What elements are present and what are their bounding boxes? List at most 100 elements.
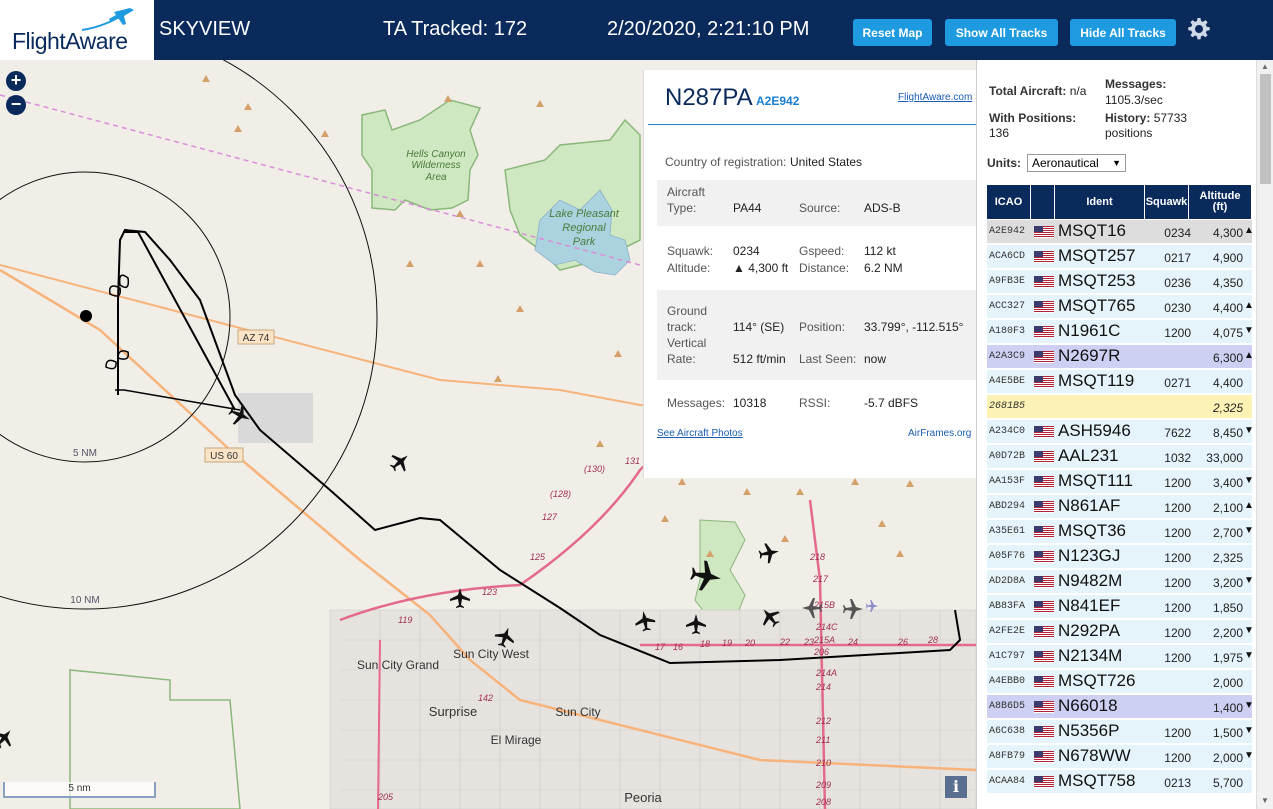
us-flag-icon <box>1034 426 1054 438</box>
sidebar-messages-value: 1105.3/sec <box>1105 93 1163 107</box>
us-flag-icon <box>1034 276 1054 288</box>
row-ident: N841EF <box>1058 596 1121 615</box>
route-num: 217 <box>812 574 829 584</box>
loop-303 <box>339 449 661 622</box>
table-row[interactable]: AD2D8A N9482M 1200 3,200 ▼ <box>987 570 1254 594</box>
col-header-altitude[interactable]: Altitude (ft) <box>1189 185 1252 219</box>
zoom-in-button[interactable]: + <box>6 71 26 91</box>
altitude-label: Altitude: <box>667 261 711 275</box>
table-row[interactable]: A0D72B AAL231 1032 33,000 <box>987 445 1252 469</box>
row-altitude: 33,000 <box>1206 451 1243 465</box>
us-flag-icon <box>1034 451 1054 463</box>
row-squawk: 0236 <box>1164 276 1191 290</box>
units-select[interactable]: Aeronautical ▼ <box>1027 154 1126 172</box>
us-flag-icon <box>1034 726 1054 738</box>
aircraft-photos-link[interactable]: See Aircraft Photos <box>657 428 743 439</box>
airframes-link[interactable]: AirFrames.org <box>908 428 971 439</box>
table-row[interactable]: ACC327 MSQT765 0230 4,400 ▲ <box>987 295 1254 319</box>
table-row[interactable]: A4EBB0 MSQT726 2,000 <box>987 670 1252 694</box>
table-row[interactable]: A180F3 N1961C 1200 4,075 ▼ <box>987 320 1254 344</box>
flightaware-link[interactable]: FlightAware.com <box>898 92 972 103</box>
row-ident: ASH5946 <box>1058 421 1131 440</box>
table-row[interactable]: A2FE2E N292PA 1200 2,200 ▼ <box>987 620 1254 644</box>
table-row[interactable]: A2E942 MSQT16 0234 4,300 ▲ <box>987 220 1254 244</box>
header-bar: FlightAware SKYVIEW TA Tracked: 172 2/20… <box>0 0 1273 60</box>
altitude-trend-icon: ▼ <box>1244 700 1254 711</box>
row-icao: A8FB79 <box>989 751 1026 762</box>
zoom-out-button[interactable]: − <box>6 95 26 115</box>
col-header-icao[interactable]: ICAO <box>987 185 1031 219</box>
logo-text: FlightAware <box>12 28 128 54</box>
row-squawk: 0271 <box>1164 376 1191 390</box>
us-flag-icon <box>1034 676 1054 688</box>
row-squawk: 1200 <box>1164 476 1191 490</box>
town-sun-city-grand: Sun City Grand <box>357 658 439 672</box>
flightaware-logo[interactable]: FlightAware <box>0 0 155 60</box>
distance-label: Distance: <box>799 261 850 275</box>
squawk-value: 0234 <box>733 244 760 258</box>
gear-icon[interactable] <box>1187 17 1211 41</box>
chevron-down-icon: ▼ <box>1112 158 1121 168</box>
hide-all-tracks-button[interactable]: Hide All Tracks <box>1070 19 1176 46</box>
aircraft-type-label-2: Type: <box>667 201 697 215</box>
route-num: 23 <box>803 637 814 647</box>
aircraft-detail-popup: N287PA A2E942 FlightAware.com Country of… <box>643 70 977 478</box>
table-row[interactable]: A234C0 ASH5946 7622 8,450 ▼ <box>987 420 1254 444</box>
row-squawk: 1200 <box>1164 526 1191 540</box>
row-squawk: 0230 <box>1164 301 1191 315</box>
row-altitude: 4,400 <box>1212 376 1243 390</box>
route-num: 119 <box>398 615 412 625</box>
table-row[interactable]: A05F76 N123GJ 1200 2,325 <box>987 545 1252 569</box>
popup-divider <box>648 124 977 125</box>
col-header-squawk[interactable]: Squawk <box>1145 185 1189 219</box>
position-value: 33.799°, -112.515° <box>864 320 964 334</box>
col-header-flag[interactable] <box>1031 185 1055 219</box>
table-row[interactable]: AA153F MSQT111 1200 3,400 ▼ <box>987 470 1254 494</box>
row-squawk: 0213 <box>1164 776 1191 790</box>
col-header-ident[interactable]: Ident <box>1055 185 1145 219</box>
route-num: 206 <box>813 647 829 657</box>
table-row[interactable]: A8FB79 N678WW 1200 2,000 ▼ <box>987 745 1254 769</box>
row-ident: MSQT257 <box>1058 246 1136 265</box>
table-row[interactable]: A9FB3E MSQT253 0236 4,350 <box>987 270 1252 294</box>
rssi-label: RSSI: <box>799 396 831 410</box>
altitude-trend-icon: ▼ <box>1244 525 1254 536</box>
road-shield-az74: AZ 74 <box>237 329 275 345</box>
table-row[interactable]: A6C638 N5356P 1200 1,500 ▼ <box>987 720 1254 744</box>
table-row[interactable]: A8B6D5 N66018 1,400 ▼ <box>987 695 1254 719</box>
table-row[interactable]: ABD294 N861AF 1200 2,100 ▲ <box>987 495 1254 519</box>
altitude-trend-icon: ▼ <box>1244 425 1254 436</box>
table-row[interactable]: ACAA84 MSQT758 0213 5,700 <box>987 770 1252 794</box>
urban-area <box>329 609 976 809</box>
reset-map-button[interactable]: Reset Map <box>853 19 932 46</box>
row-altitude: 4,400 <box>1212 301 1243 315</box>
table-row[interactable]: ACA6CD MSQT257 0217 4,900 <box>987 245 1252 269</box>
country-value: United States <box>790 155 863 169</box>
area-label-hells-canyon-3: Area <box>424 172 447 183</box>
last-seen-value: now <box>864 352 887 366</box>
table-row[interactable]: A4E5BE MSQT119 0271 4,400 <box>987 370 1252 394</box>
scroll-down-icon[interactable]: ▼ <box>1261 796 1269 805</box>
altitude-trend-icon: ▲ <box>1244 500 1254 511</box>
route-num: 125 <box>530 552 546 562</box>
ground-track-label-2: track: <box>667 320 697 334</box>
show-all-tracks-button[interactable]: Show All Tracks <box>945 19 1058 46</box>
altitude-trend-icon: ▼ <box>1244 725 1254 736</box>
row-icao: A35E61 <box>989 526 1026 537</box>
scroll-up-icon[interactable]: ▲ <box>1261 62 1269 71</box>
route-num: (128) <box>550 489 571 499</box>
info-button[interactable]: i <box>945 776 967 798</box>
table-row[interactable]: 2681B5 2,325 <box>987 395 1252 419</box>
sidebar-scrollbar[interactable]: ▲ ▼ <box>1256 60 1273 809</box>
row-squawk: 1200 <box>1164 576 1191 590</box>
table-row[interactable]: AB83FA N841EF 1200 1,850 <box>987 595 1252 619</box>
table-row[interactable]: A1C797 N2134M 1200 1,975 ▼ <box>987 645 1254 669</box>
table-row[interactable]: A35E61 MSQT36 1200 2,700 ▼ <box>987 520 1254 544</box>
vrate-value: 512 ft/min <box>733 352 786 366</box>
row-ident: MSQT36 <box>1058 521 1127 540</box>
scroll-thumb[interactable] <box>1260 74 1271 184</box>
row-altitude: 4,900 <box>1212 251 1243 265</box>
table-row[interactable]: A2A3C9 N2697R 6,300 ▲ <box>987 345 1254 369</box>
row-altitude: 3,400 <box>1212 476 1243 490</box>
route-num: 16 <box>673 642 683 652</box>
